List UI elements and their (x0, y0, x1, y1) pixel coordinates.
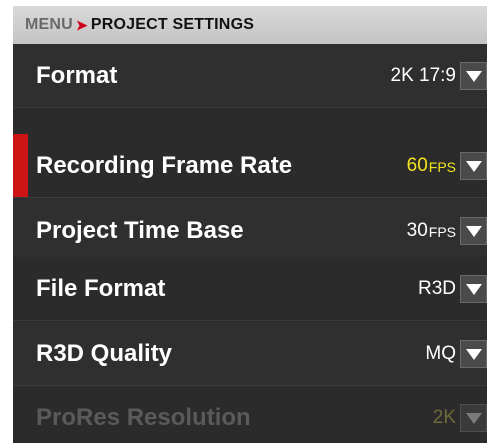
setting-value: MQ (425, 322, 456, 385)
setting-value: 2K (433, 386, 456, 443)
recording-frame-rate-dropdown-button[interactable] (460, 151, 487, 180)
breadcrumb-menu-link[interactable]: MENU (25, 16, 73, 34)
setting-value-unit: FPS (428, 158, 456, 175)
setting-label: Recording Frame Rate (36, 151, 293, 179)
setting-value-number: MQ (425, 342, 456, 364)
r3d-quality-dropdown-button[interactable] (460, 339, 487, 368)
setting-value-number: 30 (406, 219, 428, 241)
setting-value-number: 2K 17:9 (390, 64, 457, 86)
setting-label: File Format (36, 274, 166, 302)
setting-row-project-time-base[interactable]: Project Time Base 30 FPS (13, 199, 487, 263)
chevron-down-icon (465, 412, 482, 424)
setting-row-file-format[interactable]: File Format R3D (13, 257, 487, 321)
page-title: PROJECT SETTINGS (90, 16, 255, 33)
arrow-right-icon: ➤ (75, 16, 88, 33)
setting-value-unit: FPS (428, 223, 456, 240)
prores-resolution-dropdown-button (460, 403, 487, 432)
project-time-base-dropdown-button[interactable] (460, 216, 487, 245)
setting-row-recording-frame-rate[interactable]: Recording Frame Rate 60 FPS (13, 134, 487, 198)
chevron-down-icon (465, 160, 482, 172)
chevron-down-icon (465, 70, 482, 82)
setting-label: Project Time Base (36, 216, 244, 244)
setting-value: 2K 17:9 (391, 44, 457, 107)
project-settings-screen: MENU ➤ PROJECT SETTINGS Format 2K 17:9 R… (13, 6, 487, 443)
setting-label: Format (36, 61, 118, 89)
setting-value-number: R3D (417, 277, 456, 299)
setting-value-number: 2K (432, 406, 456, 428)
chevron-down-icon (465, 225, 482, 237)
breadcrumb: MENU ➤ PROJECT SETTINGS (13, 6, 487, 44)
selection-indicator (13, 134, 28, 197)
file-format-dropdown-button[interactable] (460, 274, 487, 303)
setting-value: 60 FPS (407, 134, 456, 197)
setting-value: 30 FPS (407, 199, 456, 262)
chevron-down-icon (465, 348, 482, 360)
setting-value: R3D (418, 257, 456, 320)
format-dropdown-button[interactable] (460, 61, 487, 90)
chevron-down-icon (465, 283, 482, 295)
setting-value-number: 60 (406, 154, 428, 176)
setting-label: R3D Quality (36, 339, 173, 367)
setting-label: ProRes Resolution (36, 403, 251, 431)
setting-row-prores-resolution: ProRes Resolution 2K (13, 386, 487, 443)
setting-row-r3d-quality[interactable]: R3D Quality MQ (13, 322, 487, 386)
setting-row-format[interactable]: Format 2K 17:9 (13, 44, 487, 108)
